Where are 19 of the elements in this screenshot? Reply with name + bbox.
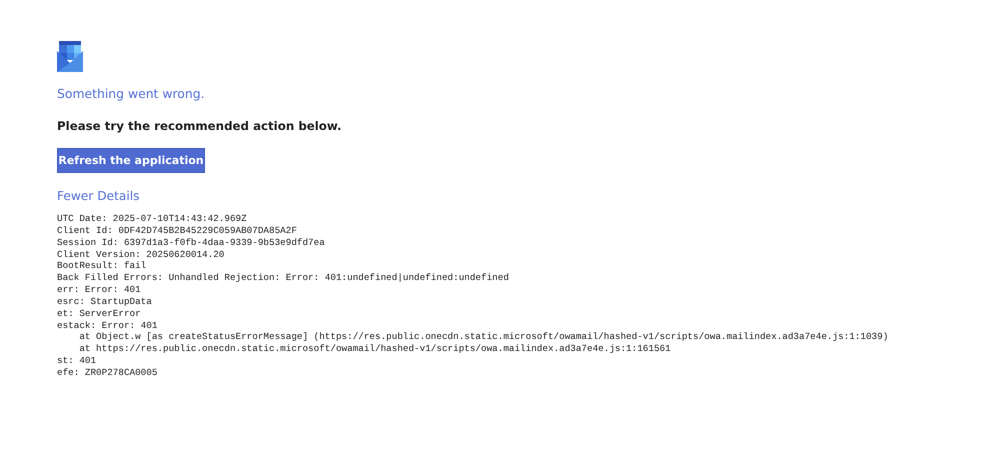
refresh-button[interactable]: Refresh the application <box>57 148 205 173</box>
details-line: Session Id: 6397d1a3-f0fb-4daa-9339-9b53e9dfd7ea <box>57 236 325 249</box>
details-line: at Object.w [as createStatusErrorMessage] (https://res.public.onecdn.static.microsoft/owamail/hashed-v1/scripts/owa.mailindex.ad3a7e4e.js:1:1039) <box>78 331 888 344</box>
details-line: estack: Error: 401 <box>57 320 158 332</box>
details-line: err: Error: 401 <box>57 284 141 296</box>
details-line: efe: ZR0P278CA0005 <box>57 366 158 379</box>
error-message: Please try the recommended action below. <box>57 118 343 134</box>
details-line: Client Id: 0DF42D745B2B45229C059AB07DA85A2F <box>57 224 297 237</box>
details-line: at https://res.public.onecdn.static.microsoft/owamail/hashed-v1/scripts/owa.mailindex.ad3a7e4e.js:1:161561 <box>78 343 671 356</box>
details-toggle-link[interactable]: Fewer Details <box>57 188 140 204</box>
details-line: BootResult: fail <box>57 260 146 272</box>
details-line: UTC Date: 2025-07-10T14:43:42.969Z <box>57 213 247 225</box>
details-line: et: ServerError <box>57 308 141 320</box>
details-line: st: 401 <box>57 355 96 367</box>
mail-app-logo-icon <box>57 41 83 72</box>
error-title: Something went wrong. <box>57 86 206 102</box>
details-line: Back Filled Errors: Unhandled Rejection: Error: 401:undefined|undefined:undefined <box>57 272 509 284</box>
details-line: Client Version: 20250620014.20 <box>57 248 224 260</box>
details-line: esrc: StartupData <box>57 296 152 308</box>
